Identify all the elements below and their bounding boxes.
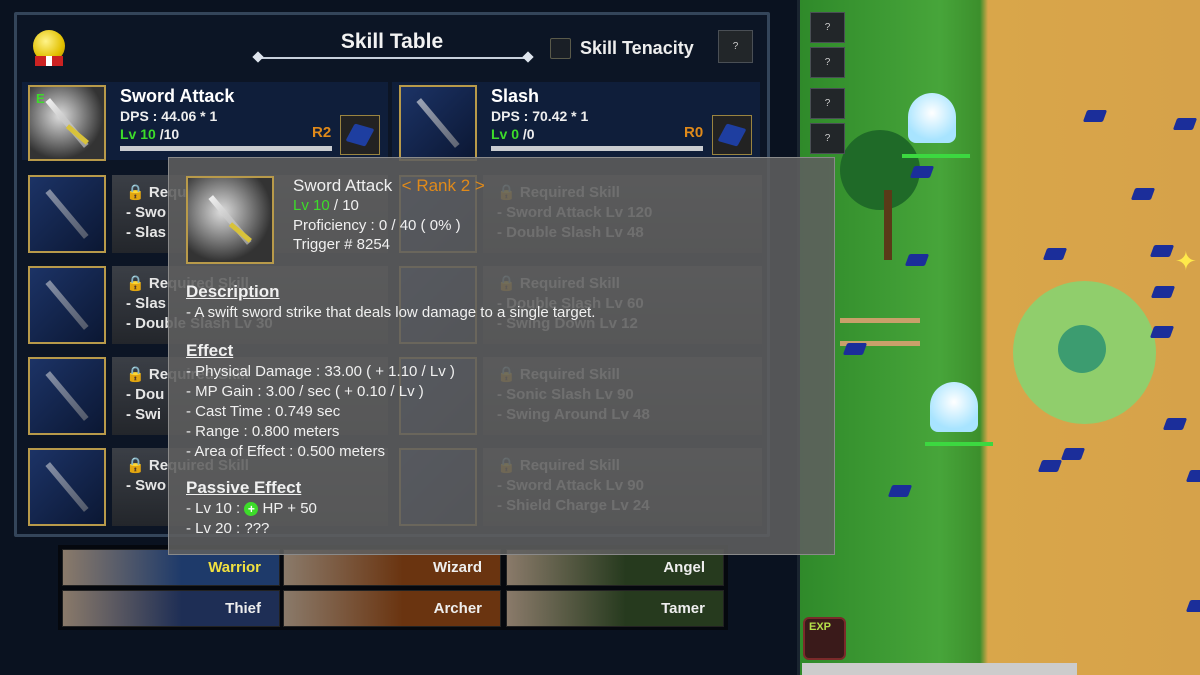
fence bbox=[840, 318, 920, 346]
help-button[interactable]: ? bbox=[718, 30, 753, 63]
sparkle-icon: ✦ bbox=[1175, 246, 1197, 276]
skill-level: Lv 0 bbox=[491, 126, 520, 142]
tree-trunk bbox=[884, 190, 892, 260]
skill-tooltip: Sword Attack < Rank 2 > Lv 10 / 10 Profi… bbox=[168, 157, 835, 555]
skill-rank: R2 bbox=[312, 124, 332, 141]
description-heading: Description bbox=[186, 282, 280, 301]
title-divider bbox=[258, 57, 528, 59]
monster-hp-bar bbox=[902, 154, 970, 158]
game-help-button[interactable]: ? bbox=[810, 47, 845, 78]
skill-progress-bar bbox=[120, 146, 332, 151]
ghost-monster[interactable] bbox=[930, 382, 978, 432]
medal-ribbon-icon bbox=[35, 56, 63, 66]
exp-boost-label: EXP bbox=[809, 621, 832, 633]
skill-rank: R0 bbox=[684, 124, 704, 141]
game-view[interactable]: ✦ bbox=[797, 0, 1200, 675]
passive-effect-lv10: - Lv 10 : + HP + 50 bbox=[186, 500, 317, 517]
tooltip-level-max: / 10 bbox=[329, 197, 359, 214]
locked-skill-icon[interactable] bbox=[28, 175, 106, 253]
stone-wall bbox=[802, 663, 1077, 675]
tooltip-level: Lv 10 bbox=[293, 197, 330, 214]
skill-progress-bar bbox=[491, 146, 703, 151]
passive-effect-heading: Passive Effect bbox=[186, 478, 302, 497]
tooltip-proficiency: Proficiency : 0 / 40 ( 0% ) bbox=[293, 217, 461, 234]
tooltip-skill-icon bbox=[186, 176, 274, 264]
game-help-button[interactable]: ? bbox=[810, 12, 845, 43]
class-tab-thief[interactable]: Thief bbox=[62, 590, 280, 627]
player-character[interactable] bbox=[1058, 325, 1106, 373]
class-tab-archer[interactable]: Archer bbox=[283, 590, 501, 627]
slash-icon[interactable] bbox=[399, 85, 477, 161]
monster-hp-bar bbox=[925, 442, 993, 446]
exp-boost-button[interactable]: EXP bbox=[803, 617, 846, 660]
class-label: Archer bbox=[433, 600, 482, 617]
sword-attack-icon[interactable]: E bbox=[28, 85, 106, 161]
locked-skill-icon[interactable] bbox=[28, 448, 106, 526]
game-help-button[interactable]: ? bbox=[810, 88, 845, 119]
ghost-monster[interactable] bbox=[908, 93, 956, 143]
class-tab-tamer[interactable]: Tamer bbox=[506, 590, 724, 627]
class-label: Angel bbox=[663, 559, 705, 576]
rank-up-gem-icon[interactable] bbox=[340, 115, 380, 155]
effect-line: - Area of Effect : 0.500 meters bbox=[186, 443, 385, 460]
skill-name: Slash bbox=[491, 86, 540, 106]
skill-level-max: /10 bbox=[159, 126, 180, 142]
skill-level: Lv 10 bbox=[120, 126, 156, 142]
skill-tenacity-label: Skill Tenacity bbox=[580, 38, 694, 58]
skill-dps: DPS : 70.42 * 1 bbox=[491, 108, 589, 124]
tooltip-trigger: Trigger # 8254 bbox=[293, 236, 391, 253]
hp-plus-icon: + bbox=[244, 502, 259, 516]
rank-up-gem-icon[interactable] bbox=[712, 115, 752, 155]
effect-line: - Physical Damage : 33.00 ( + 1.10 / Lv … bbox=[186, 363, 455, 380]
class-label: Tamer bbox=[661, 600, 705, 617]
tree bbox=[840, 130, 920, 210]
tooltip-rank: < Rank 2 > bbox=[401, 176, 485, 195]
passive-effect-lv20: - Lv 20 : ??? bbox=[186, 520, 270, 537]
panel-title: Skill Table bbox=[340, 30, 444, 53]
description-text: - A swift sword strike that deals low da… bbox=[186, 304, 596, 321]
tooltip-skill-name: Sword Attack bbox=[293, 176, 393, 195]
skill-name: Sword Attack bbox=[120, 86, 235, 106]
effect-line: - Range : 0.800 meters bbox=[186, 423, 340, 440]
equipped-badge: E bbox=[36, 91, 45, 106]
locked-skill-icon[interactable] bbox=[28, 266, 106, 344]
effect-heading: Effect bbox=[186, 341, 234, 360]
class-label: Wizard bbox=[432, 559, 482, 576]
class-label: Thief bbox=[225, 600, 261, 617]
skill-tenacity-checkbox[interactable] bbox=[550, 38, 571, 59]
game-help-button[interactable]: ? bbox=[810, 123, 845, 154]
effect-line: - MP Gain : 3.00 / sec ( + 0.10 / Lv ) bbox=[186, 383, 424, 400]
passive-level: - Lv 10 : bbox=[186, 500, 245, 517]
effect-line: - Cast Time : 0.749 sec bbox=[186, 403, 341, 420]
class-label: Warrior bbox=[208, 559, 261, 576]
skill-level-max: /0 bbox=[522, 126, 535, 142]
locked-skill-icon[interactable] bbox=[28, 357, 106, 435]
skill-dps: DPS : 44.06 * 1 bbox=[120, 108, 218, 124]
passive-value: HP + 50 bbox=[258, 500, 317, 517]
